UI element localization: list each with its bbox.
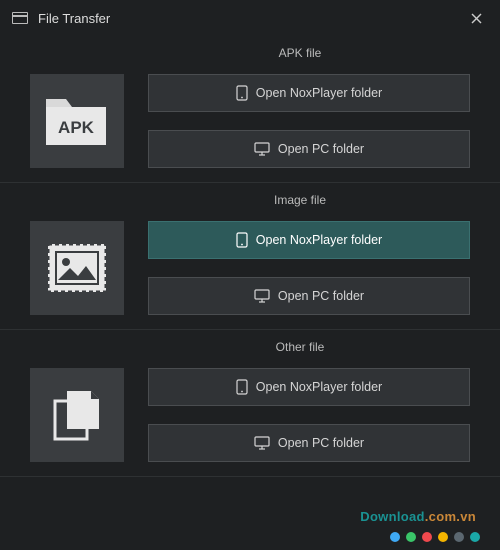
pc-icon: [254, 289, 270, 303]
dot: [470, 532, 480, 542]
watermark: Download.com.vn: [360, 509, 476, 524]
section-other: Other file Open NoxPlayer folder: [0, 330, 500, 477]
image-thumbnail: [30, 221, 124, 315]
dot: [438, 532, 448, 542]
button-label: Open PC folder: [278, 436, 364, 450]
button-label: Open NoxPlayer folder: [256, 86, 382, 100]
svg-text:APK: APK: [58, 118, 95, 137]
button-label: Open PC folder: [278, 142, 364, 156]
button-label: Open NoxPlayer folder: [256, 233, 382, 247]
other-thumbnail: [30, 368, 124, 462]
button-label: Open PC folder: [278, 289, 364, 303]
apk-thumbnail: APK: [30, 74, 124, 168]
button-label: Open NoxPlayer folder: [256, 380, 382, 394]
dot: [390, 532, 400, 542]
section-heading-image: Image file: [130, 193, 470, 207]
watermark-dots: [390, 532, 480, 542]
apk-folder-icon: APK: [44, 93, 110, 149]
dot: [406, 532, 416, 542]
phone-icon: [236, 85, 248, 101]
close-button[interactable]: [464, 6, 488, 30]
section-image: Image file Open NoxPlayer folder: [0, 183, 500, 330]
dot: [422, 532, 432, 542]
other-open-pc-button[interactable]: Open PC folder: [148, 424, 470, 462]
apk-open-pc-button[interactable]: Open PC folder: [148, 130, 470, 168]
titlebar: File Transfer: [0, 0, 500, 36]
image-open-noxplayer-button[interactable]: Open NoxPlayer folder: [148, 221, 470, 259]
section-heading-apk: APK file: [130, 46, 470, 60]
pc-icon: [254, 436, 270, 450]
section-apk: APK file APK Open NoxPlayer folder: [0, 36, 500, 183]
close-icon: [471, 13, 482, 24]
section-heading-other: Other file: [130, 340, 470, 354]
app-window-icon: [12, 12, 28, 24]
documents-icon: [47, 385, 107, 445]
image-open-pc-button[interactable]: Open PC folder: [148, 277, 470, 315]
window-title: File Transfer: [38, 11, 464, 26]
watermark-main: Download: [360, 509, 425, 524]
apk-open-noxplayer-button[interactable]: Open NoxPlayer folder: [148, 74, 470, 112]
watermark-suffix: .com.vn: [425, 509, 476, 524]
image-stamp-icon: [44, 240, 110, 296]
pc-icon: [254, 142, 270, 156]
phone-icon: [236, 232, 248, 248]
phone-icon: [236, 379, 248, 395]
other-open-noxplayer-button[interactable]: Open NoxPlayer folder: [148, 368, 470, 406]
dot: [454, 532, 464, 542]
